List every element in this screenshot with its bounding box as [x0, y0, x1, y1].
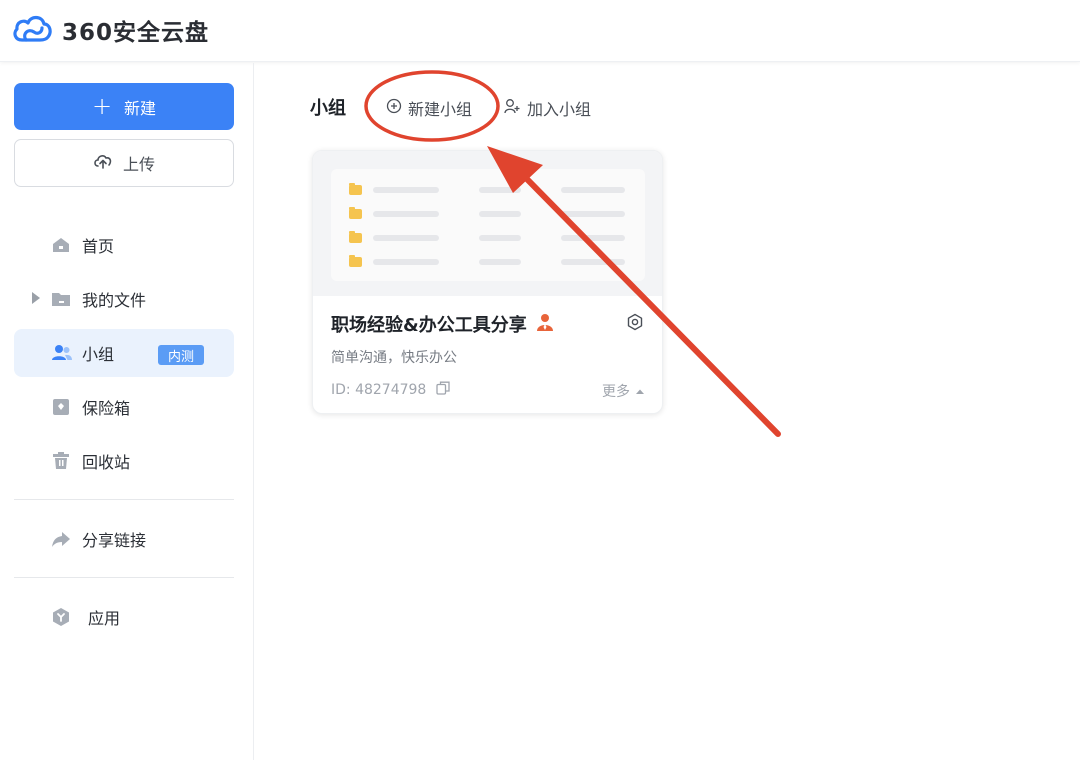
sidebar-item-label: 小组 [82, 345, 115, 364]
sidebar-item-vault[interactable]: 保险箱 [14, 383, 234, 431]
create-group-label: 新建小组 [408, 100, 473, 119]
logo[interactable]: 360安全云盘 [12, 12, 209, 48]
join-group-label: 加入小组 [527, 100, 592, 119]
folder-icon [349, 255, 362, 267]
share-arrow-icon [51, 529, 71, 549]
sidebar-item-share-links[interactable]: 分享链接 [14, 515, 234, 563]
preview-row [331, 183, 645, 199]
sidebar-item-label: 保险箱 [82, 399, 131, 418]
sidebar-item-my-files[interactable]: 我的文件 [14, 275, 234, 323]
folder-icon [51, 289, 71, 309]
sidebar-item-label: 首页 [82, 237, 115, 256]
page-title: 小组 [310, 98, 346, 119]
more-button[interactable]: 更多 [602, 381, 644, 401]
copy-icon[interactable] [436, 381, 450, 399]
expand-caret-icon[interactable] [32, 292, 40, 304]
sidebar-divider [14, 577, 234, 578]
upload-button-label: 上传 [122, 155, 155, 174]
plus-icon: + [91, 91, 113, 120]
sidebar-item-label: 分享链接 [82, 531, 147, 550]
top-bar: 360安全云盘 [0, 0, 1080, 62]
users-icon [51, 343, 72, 363]
more-label: 更多 [602, 384, 630, 400]
group-id-text: ID: 48274798 [331, 382, 427, 398]
cloud-icon [12, 12, 52, 48]
preview-row [331, 255, 645, 271]
sidebar-item-trash[interactable]: 回收站 [14, 437, 234, 485]
folder-icon [349, 183, 362, 195]
new-button-label: 新建 [124, 98, 157, 118]
sidebar: + 新建 上传 首页 我的文件 小组 内测 保险箱 回收站 分享链接 应用 [0, 63, 254, 760]
folder-icon [349, 207, 362, 219]
folder-icon [349, 231, 362, 243]
sidebar-item-label: 我的文件 [82, 291, 147, 310]
preview-row [331, 231, 645, 247]
group-card[interactable]: 职场经验&办公工具分享 简单沟通，快乐办公 ID: 48274798 更多 [312, 150, 663, 414]
create-group-button[interactable]: 新建小组 [386, 96, 472, 120]
join-group-button[interactable]: 加入小组 [504, 96, 591, 120]
upload-cloud-icon [93, 152, 113, 174]
user-add-icon [504, 98, 521, 118]
beta-badge: 内测 [158, 345, 205, 365]
trash-icon [51, 451, 71, 471]
preview-row [331, 207, 645, 223]
card-title[interactable]: 职场经验&办公工具分享 [331, 311, 553, 337]
logo-text: 360安全云盘 [62, 20, 210, 46]
card-preview [313, 151, 662, 296]
upload-button[interactable]: 上传 [14, 139, 234, 187]
caret-up-icon [636, 383, 644, 399]
group-name: 职场经验&办公工具分享 [331, 315, 527, 336]
new-button[interactable]: + 新建 [14, 83, 234, 130]
sidebar-item-label: 回收站 [82, 453, 131, 472]
sidebar-item-label: 应用 [88, 609, 121, 628]
preview-sheet [331, 169, 645, 281]
person-icon [536, 313, 553, 336]
app-hexagon-icon [51, 607, 71, 627]
group-description: 简单沟通，快乐办公 [331, 350, 457, 366]
gear-icon[interactable] [626, 313, 644, 331]
sidebar-item-apps[interactable]: 应用 [14, 593, 234, 641]
sidebar-item-home[interactable]: 首页 [14, 221, 234, 269]
plus-circle-icon [386, 98, 402, 118]
safe-icon [51, 397, 71, 417]
home-icon [51, 235, 71, 255]
sidebar-item-group[interactable]: 小组 内测 [14, 329, 234, 377]
sidebar-divider [14, 499, 234, 500]
group-id: ID: 48274798 [331, 381, 450, 399]
